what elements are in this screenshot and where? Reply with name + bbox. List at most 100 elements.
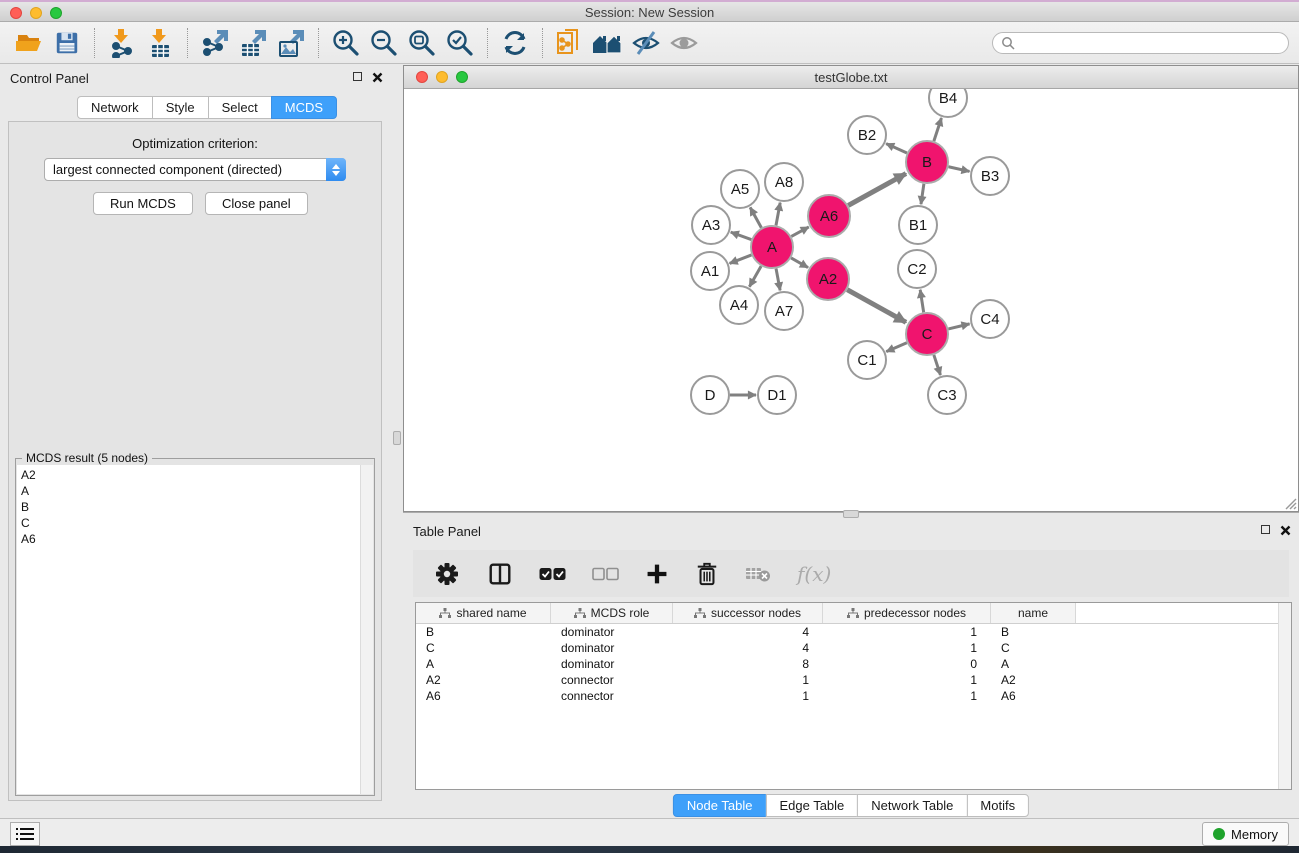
hide-selected-icon[interactable]: [627, 26, 665, 60]
refresh-view-icon[interactable]: [496, 26, 534, 60]
graph-edge[interactable]: [749, 266, 761, 287]
float-panel-icon[interactable]: [353, 72, 362, 81]
graph-edge[interactable]: [886, 144, 907, 153]
column-header-label: MCDS role: [591, 606, 650, 620]
graph-edge[interactable]: [791, 227, 808, 237]
table-row[interactable]: A2connector11A2: [416, 672, 1291, 688]
import-network-icon[interactable]: [103, 26, 141, 60]
graph-edge[interactable]: [948, 167, 969, 172]
tab-motifs[interactable]: Motifs: [966, 794, 1029, 817]
table-row[interactable]: Adominator80A: [416, 656, 1291, 672]
graph-edge[interactable]: [886, 343, 907, 352]
graph-edge[interactable]: [791, 258, 808, 268]
mcds-result-item[interactable]: A6: [17, 531, 373, 547]
column-header-shared-name[interactable]: shared name: [416, 603, 551, 623]
float-panel-icon[interactable]: [1261, 525, 1270, 534]
tab-mcds[interactable]: MCDS: [271, 96, 337, 119]
main-toolbar: [0, 22, 1299, 64]
search-input[interactable]: [1019, 36, 1280, 50]
graph-edge[interactable]: [776, 269, 780, 291]
import-table-icon[interactable]: [141, 26, 179, 60]
close-panel-icon[interactable]: [372, 72, 383, 83]
graph-edge[interactable]: [750, 207, 761, 227]
mcds-result-item[interactable]: C: [17, 515, 373, 531]
zoom-fit-icon[interactable]: [403, 26, 441, 60]
memory-button[interactable]: Memory: [1202, 822, 1289, 846]
table-tabs: Node Table Edge Table Network Table Moti…: [673, 794, 1029, 817]
table-panel: Table Panel f(x): [403, 518, 1299, 818]
graph-edge[interactable]: [730, 255, 752, 263]
graph-node-label: A6: [820, 208, 838, 225]
tab-network[interactable]: Network: [77, 96, 153, 119]
table-row[interactable]: Cdominator41C: [416, 640, 1291, 656]
zoom-in-icon[interactable]: [327, 26, 365, 60]
save-session-icon[interactable]: [48, 26, 86, 60]
column-header-mcds-role[interactable]: MCDS role: [551, 603, 673, 623]
graph-edge[interactable]: [934, 118, 942, 141]
graph-node-label: A7: [775, 303, 793, 320]
graph-edge[interactable]: [921, 184, 924, 204]
graph-edge[interactable]: [948, 324, 969, 329]
mcds-result-item[interactable]: A: [17, 483, 373, 499]
tab-style[interactable]: Style: [152, 96, 209, 119]
optimization-criterion-dropdown[interactable]: largest connected component (directed): [44, 158, 346, 181]
delete-column-trash-icon[interactable]: [695, 561, 719, 587]
table-cell: 1: [673, 689, 823, 703]
mcds-result-item[interactable]: A2: [17, 467, 373, 483]
panel-splitter[interactable]: [391, 65, 403, 818]
graph-edge[interactable]: [920, 290, 923, 313]
export-image-icon[interactable]: [272, 26, 310, 60]
show-columns-icon[interactable]: [487, 561, 513, 587]
task-history-button[interactable]: [10, 822, 40, 846]
create-column-plus-icon[interactable]: [645, 562, 669, 586]
export-network-icon[interactable]: [196, 26, 234, 60]
tab-select[interactable]: Select: [208, 96, 272, 119]
search-field[interactable]: [992, 32, 1289, 54]
mcds-result-list[interactable]: A2ABCA6: [17, 465, 373, 794]
column-header-predecessor-nodes[interactable]: predecessor nodes: [823, 603, 991, 623]
table-cell: A: [991, 657, 1076, 671]
deselect-all-columns-icon[interactable]: [592, 567, 619, 581]
open-file-icon[interactable]: [10, 26, 48, 60]
graph-edge[interactable]: [934, 355, 941, 375]
table-cell: A: [416, 657, 551, 671]
table-body: Bdominator41BCdominator41CAdominator80AA…: [416, 624, 1291, 704]
close-panel-icon[interactable]: [1280, 525, 1291, 536]
zoom-out-icon[interactable]: [365, 26, 403, 60]
table-row[interactable]: A6connector11A6: [416, 688, 1291, 704]
function-builder-icon[interactable]: f(x): [797, 562, 831, 586]
delete-table-icon[interactable]: [745, 565, 771, 583]
tab-edge-table[interactable]: Edge Table: [765, 794, 858, 817]
graph-edge[interactable]: [848, 174, 906, 206]
run-mcds-button[interactable]: Run MCDS: [93, 192, 193, 215]
window-resize-grip-icon[interactable]: [1283, 496, 1297, 510]
toolbar-separator: [487, 28, 488, 58]
new-network-from-selection-icon[interactable]: [551, 26, 589, 60]
table-row[interactable]: Bdominator41B: [416, 624, 1291, 640]
graph-edge[interactable]: [847, 290, 906, 323]
table-settings-gear-icon[interactable]: [433, 560, 461, 588]
table-cell: dominator: [551, 641, 673, 655]
splitter-grip-icon[interactable]: [393, 431, 401, 445]
show-all-icon[interactable]: [665, 26, 703, 60]
splitter-grip-icon[interactable]: [843, 510, 859, 518]
close-panel-button[interactable]: Close panel: [205, 192, 308, 215]
export-table-icon[interactable]: [234, 26, 272, 60]
table-cell: dominator: [551, 625, 673, 639]
tab-network-table[interactable]: Network Table: [857, 794, 967, 817]
select-all-columns-icon[interactable]: [539, 567, 566, 581]
mcds-result-scrollbar[interactable]: [360, 465, 373, 794]
mcds-result-item[interactable]: B: [17, 499, 373, 515]
graph-edge[interactable]: [731, 232, 752, 239]
graph-edge[interactable]: [776, 203, 780, 226]
graph-node-label: A2: [819, 271, 837, 288]
network-canvas[interactable]: B4B2BB3A8A5A6A3B1AA1C2A2A4A7C4CC1C3DD1: [404, 89, 1298, 511]
tab-node-table[interactable]: Node Table: [673, 794, 767, 817]
table-panel-title: Table Panel: [413, 524, 481, 539]
zoom-selected-icon[interactable]: [441, 26, 479, 60]
network-view-window: testGlobe.txt B4B2BB3A8A5A6A3B1AA1C2A2A4…: [403, 65, 1299, 512]
table-scrollbar[interactable]: [1278, 603, 1291, 789]
column-header-successor-nodes[interactable]: successor nodes: [673, 603, 823, 623]
first-neighbors-icon[interactable]: [589, 26, 627, 60]
column-header-name[interactable]: name: [991, 603, 1076, 623]
